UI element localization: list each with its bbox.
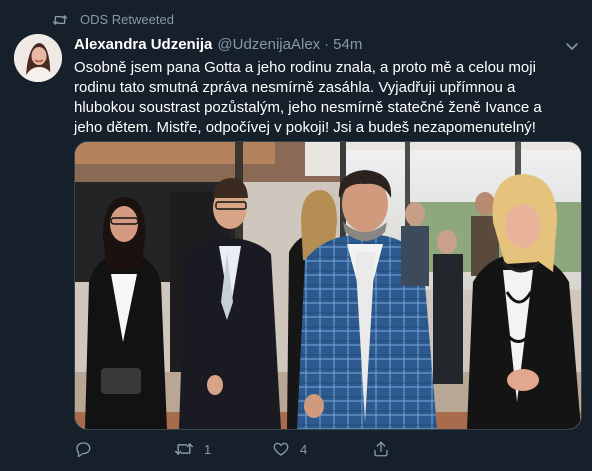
retweet-icon — [52, 14, 68, 26]
share-button[interactable] — [372, 440, 390, 458]
tweet-photo[interactable] — [74, 141, 582, 430]
tweet-text: Osobně jsem pana Gotta a jeho rodinu zna… — [74, 59, 542, 136]
like-count: 4 — [300, 441, 308, 457]
reply-icon — [74, 440, 92, 458]
share-icon — [372, 440, 390, 458]
display-name[interactable]: Alexandra Udzenija — [74, 36, 212, 53]
tweet-header: Alexandra Udzenija @UdzenijaAlex · 54m — [74, 36, 580, 53]
user-handle[interactable]: @UdzenijaAlex — [217, 36, 320, 53]
retweet-count: 1 — [204, 441, 212, 457]
tweet-timestamp[interactable]: 54m — [333, 36, 362, 53]
tweet-actions: 1 4 — [74, 440, 574, 464]
like-icon — [272, 440, 290, 458]
reply-button[interactable] — [74, 440, 102, 458]
chevron-down-icon[interactable] — [564, 38, 580, 54]
separator-dot: · — [324, 36, 330, 53]
retweet-icon — [174, 440, 194, 458]
like-button[interactable]: 4 — [272, 440, 307, 458]
retweet-label: ODS Retweeted — [80, 12, 174, 27]
retweet-button[interactable]: 1 — [174, 440, 211, 458]
retweet-context[interactable]: ODS Retweeted — [52, 12, 174, 27]
avatar[interactable] — [14, 34, 62, 82]
